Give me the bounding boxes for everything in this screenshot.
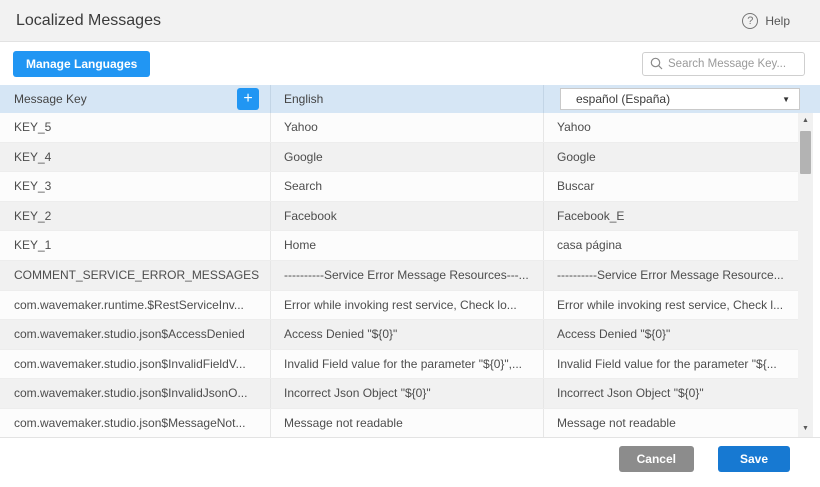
column-header-message-key: Message Key + [0,85,270,113]
english-column-label: English [284,92,323,106]
english-value-cell[interactable]: ----------Service Error Message Resource… [270,261,543,290]
translation-value-cell[interactable]: Facebook_E [543,202,798,231]
message-key-cell[interactable]: COMMENT_SERVICE_ERROR_MESSAGES [0,261,270,290]
english-value-cell[interactable]: Google [270,143,543,172]
cancel-button[interactable]: Cancel [619,446,694,472]
translation-value-cell[interactable]: Error while invoking rest service, Check… [543,291,798,320]
message-key-cell[interactable]: com.wavemaker.studio.json$MessageNot... [0,409,270,438]
scroll-down-arrow[interactable]: ▼ [798,422,813,436]
english-value-cell[interactable]: Message not readable [270,409,543,438]
translation-value-cell[interactable]: Buscar [543,172,798,201]
scroll-up-arrow[interactable]: ▲ [798,114,813,128]
english-value-cell[interactable]: Facebook [270,202,543,231]
language-select-value: español (España) [576,92,670,106]
translation-value-cell[interactable]: Invalid Field value for the parameter "$… [543,350,798,379]
english-value-cell[interactable]: Search [270,172,543,201]
english-value-cell[interactable]: Error while invoking rest service, Check… [270,291,543,320]
message-key-cell[interactable]: com.wavemaker.studio.json$AccessDenied [0,320,270,349]
message-key-cell[interactable]: KEY_5 [0,113,270,142]
language-select[interactable]: español (España) ▼ [560,88,800,110]
message-key-cell[interactable]: KEY_4 [0,143,270,172]
english-value-cell[interactable]: Invalid Field value for the parameter "$… [270,350,543,379]
table-row[interactable]: com.wavemaker.studio.json$MessageNot... … [0,409,798,438]
translation-value-cell[interactable]: ----------Service Error Message Resource… [543,261,798,290]
table-row[interactable]: com.wavemaker.studio.json$InvalidJsonO..… [0,379,798,409]
table-row[interactable]: KEY_4 Google Google [0,143,798,173]
translation-value-cell[interactable]: Message not readable [543,409,798,438]
english-value-cell[interactable]: Home [270,231,543,260]
table-body: KEY_5 Yahoo Yahoo KEY_4 Google Google KE… [0,113,798,438]
search-input[interactable] [668,58,797,70]
table-row[interactable]: com.wavemaker.studio.json$InvalidFieldV.… [0,350,798,380]
message-key-column-label: Message Key [14,92,87,106]
scrollbar-thumb[interactable] [800,131,811,174]
english-value-cell[interactable]: Access Denied "${0}" [270,320,543,349]
table-body-viewport: KEY_5 Yahoo Yahoo KEY_4 Google Google KE… [0,113,820,438]
english-value-cell[interactable]: Incorrect Json Object "${0}" [270,379,543,408]
chevron-down-icon: ▼ [782,95,790,104]
table-row[interactable]: com.wavemaker.studio.json$AccessDenied A… [0,320,798,350]
translation-value-cell[interactable]: casa página [543,231,798,260]
save-button[interactable]: Save [718,446,790,472]
add-message-key-button[interactable]: + [237,88,259,110]
help-link[interactable]: ? Help [742,13,804,29]
help-icon: ? [742,13,758,29]
table-row[interactable]: COMMENT_SERVICE_ERROR_MESSAGES ---------… [0,261,798,291]
translation-value-cell[interactable]: Incorrect Json Object "${0}" [543,379,798,408]
column-header-english: English [270,85,543,113]
table-row[interactable]: KEY_1 Home casa página [0,231,798,261]
dialog-header: Localized Messages ? Help [0,0,820,42]
message-key-cell[interactable]: com.wavemaker.studio.json$InvalidJsonO..… [0,379,270,408]
table-header: Message Key + English español (España) ▼ [0,85,820,113]
message-key-cell[interactable]: com.wavemaker.studio.json$InvalidFieldV.… [0,350,270,379]
translation-value-cell[interactable]: Google [543,143,798,172]
localized-messages-dialog: Localized Messages ? Help Manage Languag… [0,0,820,487]
message-key-cell[interactable]: KEY_3 [0,172,270,201]
translation-value-cell[interactable]: Access Denied "${0}" [543,320,798,349]
toolbar: Manage Languages [0,42,820,85]
translation-value-cell[interactable]: Yahoo [543,113,798,142]
table-row[interactable]: KEY_5 Yahoo Yahoo [0,113,798,143]
search-icon [650,57,663,70]
help-label: Help [765,14,790,28]
message-key-cell[interactable]: KEY_2 [0,202,270,231]
vertical-scrollbar[interactable]: ▲ ▼ [798,113,813,437]
column-header-language: español (España) ▼ [543,85,820,113]
table-row[interactable]: KEY_2 Facebook Facebook_E [0,202,798,232]
message-key-cell[interactable]: com.wavemaker.runtime.$RestServiceInv... [0,291,270,320]
table-row[interactable]: com.wavemaker.runtime.$RestServiceInv...… [0,291,798,321]
page-title: Localized Messages [16,12,161,30]
english-value-cell[interactable]: Yahoo [270,113,543,142]
table-row[interactable]: KEY_3 Search Buscar [0,172,798,202]
manage-languages-button[interactable]: Manage Languages [13,51,150,77]
dialog-footer: Cancel Save [0,438,820,487]
message-key-cell[interactable]: KEY_1 [0,231,270,260]
plus-icon: + [243,90,252,107]
search-box[interactable] [642,52,805,76]
